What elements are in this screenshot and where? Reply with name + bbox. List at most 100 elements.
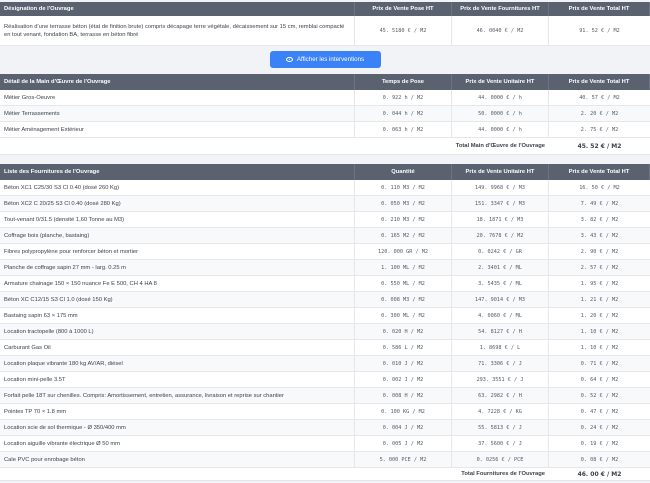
col-temps-pose: Temps de Pose (355, 74, 452, 90)
quantite: 0. 050 M3 / M2 (355, 196, 452, 211)
table-row: Coffrage bois (planche, bastaing) 0. 165 … (0, 228, 650, 244)
fourniture-name: Bastaing sapin 63 × 175 mm (0, 308, 355, 323)
main-oeuvre-table: Détail de la Main d'Œuvre de l'Ouvrage T… (0, 74, 650, 155)
prix-unitaire: 147. 9014 € / M3 (452, 292, 549, 307)
prix-total: 0. 19 € / M2 (580, 440, 619, 447)
prix-unitaire: 4. 0060 € / ML (452, 308, 549, 323)
fourniture-name: Location aiguille vibrante électrique Ø … (0, 436, 355, 451)
fourniture-name: Location mini-pelle 3.5T (0, 372, 355, 387)
quantite: 0. 100 KG / M2 (355, 404, 452, 419)
prix-unitaire: 149. 9968 € / M3 (452, 180, 549, 195)
quantite: 0. 002 J / M2 (355, 372, 452, 387)
col-quantite: Quantité (355, 164, 452, 180)
ouvrage-pose: 45. 5180 € / M2 (355, 16, 452, 45)
table-row: Bastaing sapin 63 × 175 mm 0. 300 ML / M2… (0, 308, 650, 324)
prix-total: 0. 08 € / M2 (580, 456, 619, 463)
prix-total: 1. 95 € / M2 (580, 280, 619, 287)
prix-total: 2. 90 € / M2 (580, 248, 619, 255)
prix-total: 0. 47 € / M2 (580, 408, 619, 415)
prix-total: 1. 10 € / M2 (580, 344, 619, 351)
quantite: 0. 586 L / M2 (355, 340, 452, 355)
fourniture-name: Béton XC C12/15 S3 Cl 1.0 (dosé 150 Kg) (0, 292, 355, 307)
prix-total: 0. 24 € / M2 (580, 424, 619, 431)
col-prix-unitaire: Prix de Vente Unitaire HT (452, 74, 549, 90)
fourniture-name: Fibres polypropylène pour renforcer béto… (0, 244, 355, 259)
col-prix-total: Prix de Vente Total HT (549, 2, 650, 16)
fournitures-header: Liste des Fournitures de l'Ouvrage Quant… (0, 164, 650, 180)
prix-unitaire: 55. 5813 € / J (452, 420, 549, 435)
fourniture-name: Armature chainage 150 × 150 nuance Fe E … (0, 276, 355, 291)
prix-unitaire: 63. 2982 € / H (452, 388, 549, 403)
prix-total: 2. 20 € / M2 (580, 110, 619, 117)
table-row: Métier Gros-Oeuvre 0. 922 h / M2 44. 0000 … (0, 90, 650, 106)
col-detail-main-oeuvre: Détail de la Main d'Œuvre de l'Ouvrage (0, 74, 355, 90)
fourniture-name: Carburant Gas Oil (0, 340, 355, 355)
table-row: Carburant Gas Oil 0. 586 L / M2 1. 8698 € … (0, 340, 650, 356)
col-prix-fournitures: Prix de Vente Fournitures HT (452, 2, 549, 16)
prix-total: 0. 71 € / M2 (580, 360, 619, 367)
prix-total: 16. 50 € / M2 (579, 184, 620, 191)
metier-name: Métier Terrassements (0, 106, 355, 121)
prix-unitaire: 4. 7228 € / KG (452, 404, 549, 419)
fournitures-total-value: 46. 00 € / M2 (577, 470, 622, 478)
table-row: Planche de coffrage sapin 27 mm - larg. … (0, 260, 650, 276)
prix-total: 1. 20 € / M2 (580, 312, 619, 319)
prix-unitaire: 44. 0000 € / h (452, 122, 549, 137)
table-row: Béton XC2 C 20/25 S3 Cl 0.40 (dosé 280 K… (0, 196, 650, 212)
prix-total: 3. 43 € / M2 (580, 232, 619, 239)
fourniture-name: Location scie de sol thermique - Ø 350/4… (0, 420, 355, 435)
fourniture-name: Tout-venant 0/31.5 (densité 1,60 Tonne a… (0, 212, 355, 227)
prix-total: 40. 57 € / M2 (579, 94, 620, 101)
ouvrage-header: Désignation de l'Ouvrage Prix de Vente P… (0, 2, 650, 16)
table-row: Armature chainage 150 × 150 nuance Fe E … (0, 276, 650, 292)
prix-unitaire: 293. 3551 € / J (452, 372, 549, 387)
col-prix-unitaire: Prix de Vente Unitaire HT (452, 164, 549, 180)
quantite: 0. 008 H / M2 (355, 388, 452, 403)
table-row: Location plaque vibrante 180 kg AV/AR, d… (0, 356, 650, 372)
table-row: Béton XC C12/15 S3 Cl 1.0 (dosé 150 Kg) 0… (0, 292, 650, 308)
fourniture-name: Cale PVC pour enrobage béton (0, 452, 355, 467)
prix-unitaire: 3. 5435 € / ML (452, 276, 549, 291)
main-oeuvre-header: Détail de la Main d'Œuvre de l'Ouvrage T… (0, 74, 650, 90)
main-oeuvre-total-value: 45. 52 € / M2 (577, 142, 622, 150)
ouvrage-fournitures: 46. 0040 € / M2 (452, 16, 549, 45)
fourniture-name: Forfait pelle 18T sur chenilles. Compris… (0, 388, 355, 403)
col-designation: Désignation de l'Ouvrage (0, 2, 355, 16)
prix-total: 1. 21 € / M2 (580, 296, 619, 303)
prix-total: 0. 52 € / M2 (580, 392, 619, 399)
table-row: Métier Terrassements 0. 044 h / M2 50. 000… (0, 106, 650, 122)
quantite: 0. 300 ML / M2 (355, 308, 452, 323)
ouvrage-row: Réalisation d'une terrasse béton (état d… (0, 16, 650, 46)
show-interventions-button[interactable]: Afficher les interventions (269, 50, 381, 68)
prix-total: 1. 10 € / M2 (580, 328, 619, 335)
page: Désignation de l'Ouvrage Prix de Vente P… (0, 0, 650, 483)
table-row: Location mini-pelle 3.5T 0. 002 J / M2 293… (0, 372, 650, 388)
table-row: Pointes TP 70 × 1.8 mm 0. 100 KG / M2 4. 7… (0, 404, 650, 420)
table-row: Location scie de sol thermique - Ø 350/4… (0, 420, 650, 436)
fourniture-name: Pointes TP 70 × 1.8 mm (0, 404, 355, 419)
col-prix-total: Prix de Vente Total HT (549, 164, 650, 180)
col-prix-pose: Prix de Vente Pose HT (355, 2, 452, 16)
fournitures-total-row: Total Fournitures de l'Ouvrage 46. 00 € … (0, 468, 650, 481)
prix-unitaire: 71. 3306 € / J (452, 356, 549, 371)
quantite: 0. 165 M2 / M2 (355, 228, 452, 243)
metier-name: Métier Aménagement Extérieur (0, 122, 355, 137)
quantite: 1. 100 ML / M2 (355, 260, 452, 275)
fourniture-name: Coffrage bois (planche, bastaing) (0, 228, 355, 243)
table-row: Forfait pelle 18T sur chenilles. Compris… (0, 388, 650, 404)
main-oeuvre-total-row: Total Main d'Œuvre de l'Ouvrage 45. 52 €… (0, 138, 650, 155)
table-row: Métier Aménagement Extérieur 0. 063 h / M… (0, 122, 650, 138)
metier-name: Métier Gros-Oeuvre (0, 90, 355, 105)
quantite: 120. 000 GR / M2 (355, 244, 452, 259)
main-oeuvre-rows: Métier Gros-Oeuvre 0. 922 h / M2 44. 0000 … (0, 90, 650, 138)
prix-unitaire: 37. 5600 € / J (452, 436, 549, 451)
prix-unitaire: 54. 8127 € / H (452, 324, 549, 339)
fourniture-name: Béton XC1 C25/30 S3 Cl 0.40 (dosé 260 Kg… (0, 180, 355, 195)
ouvrage-total: 91. 52 € / M2 (579, 27, 620, 34)
fournitures-table: Liste des Fournitures de l'Ouvrage Quant… (0, 164, 650, 481)
show-interventions-label: Afficher les interventions (296, 55, 365, 63)
button-area: Afficher les interventions (0, 47, 650, 71)
prix-unitaire: 2. 3401 € / ML (452, 260, 549, 275)
prix-total: 2. 75 € / M2 (580, 126, 619, 133)
prix-unitaire: 44. 0000 € / h (452, 90, 549, 105)
